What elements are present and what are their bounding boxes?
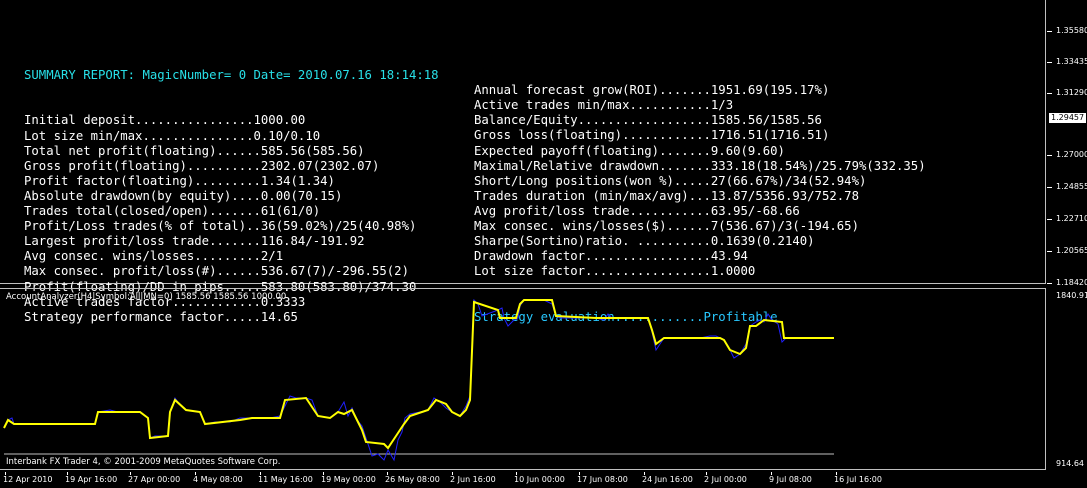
time-label: 10 Jun 00:00 [514, 475, 565, 484]
time-label: 19 Apr 16:00 [65, 475, 118, 484]
time-axis[interactable]: 12 Apr 2010 19 Apr 16:00 27 Apr 00:00 4 … [0, 472, 1046, 488]
time-label: 2 Jul 00:00 [704, 475, 747, 484]
time-label: 24 Jun 16:00 [642, 475, 693, 484]
time-label: 4 May 08:00 [193, 475, 243, 484]
equity-line [3, 298, 834, 462]
time-label: 9 Jul 08:00 [769, 475, 812, 484]
time-label: 11 May 16:00 [258, 475, 313, 484]
time-label: 27 Apr 00:00 [128, 475, 181, 484]
balance-line [3, 299, 834, 450]
equity-balance-chart [3, 298, 834, 462]
time-label: 12 Apr 2010 [3, 475, 53, 484]
time-label: 26 May 08:00 [385, 475, 440, 484]
time-label: 2 Jun 16:00 [450, 475, 496, 484]
time-label: 19 May 00:00 [321, 475, 376, 484]
time-label: 16 Jul 16:00 [834, 475, 882, 484]
time-label: 17 Jun 08:00 [577, 475, 628, 484]
